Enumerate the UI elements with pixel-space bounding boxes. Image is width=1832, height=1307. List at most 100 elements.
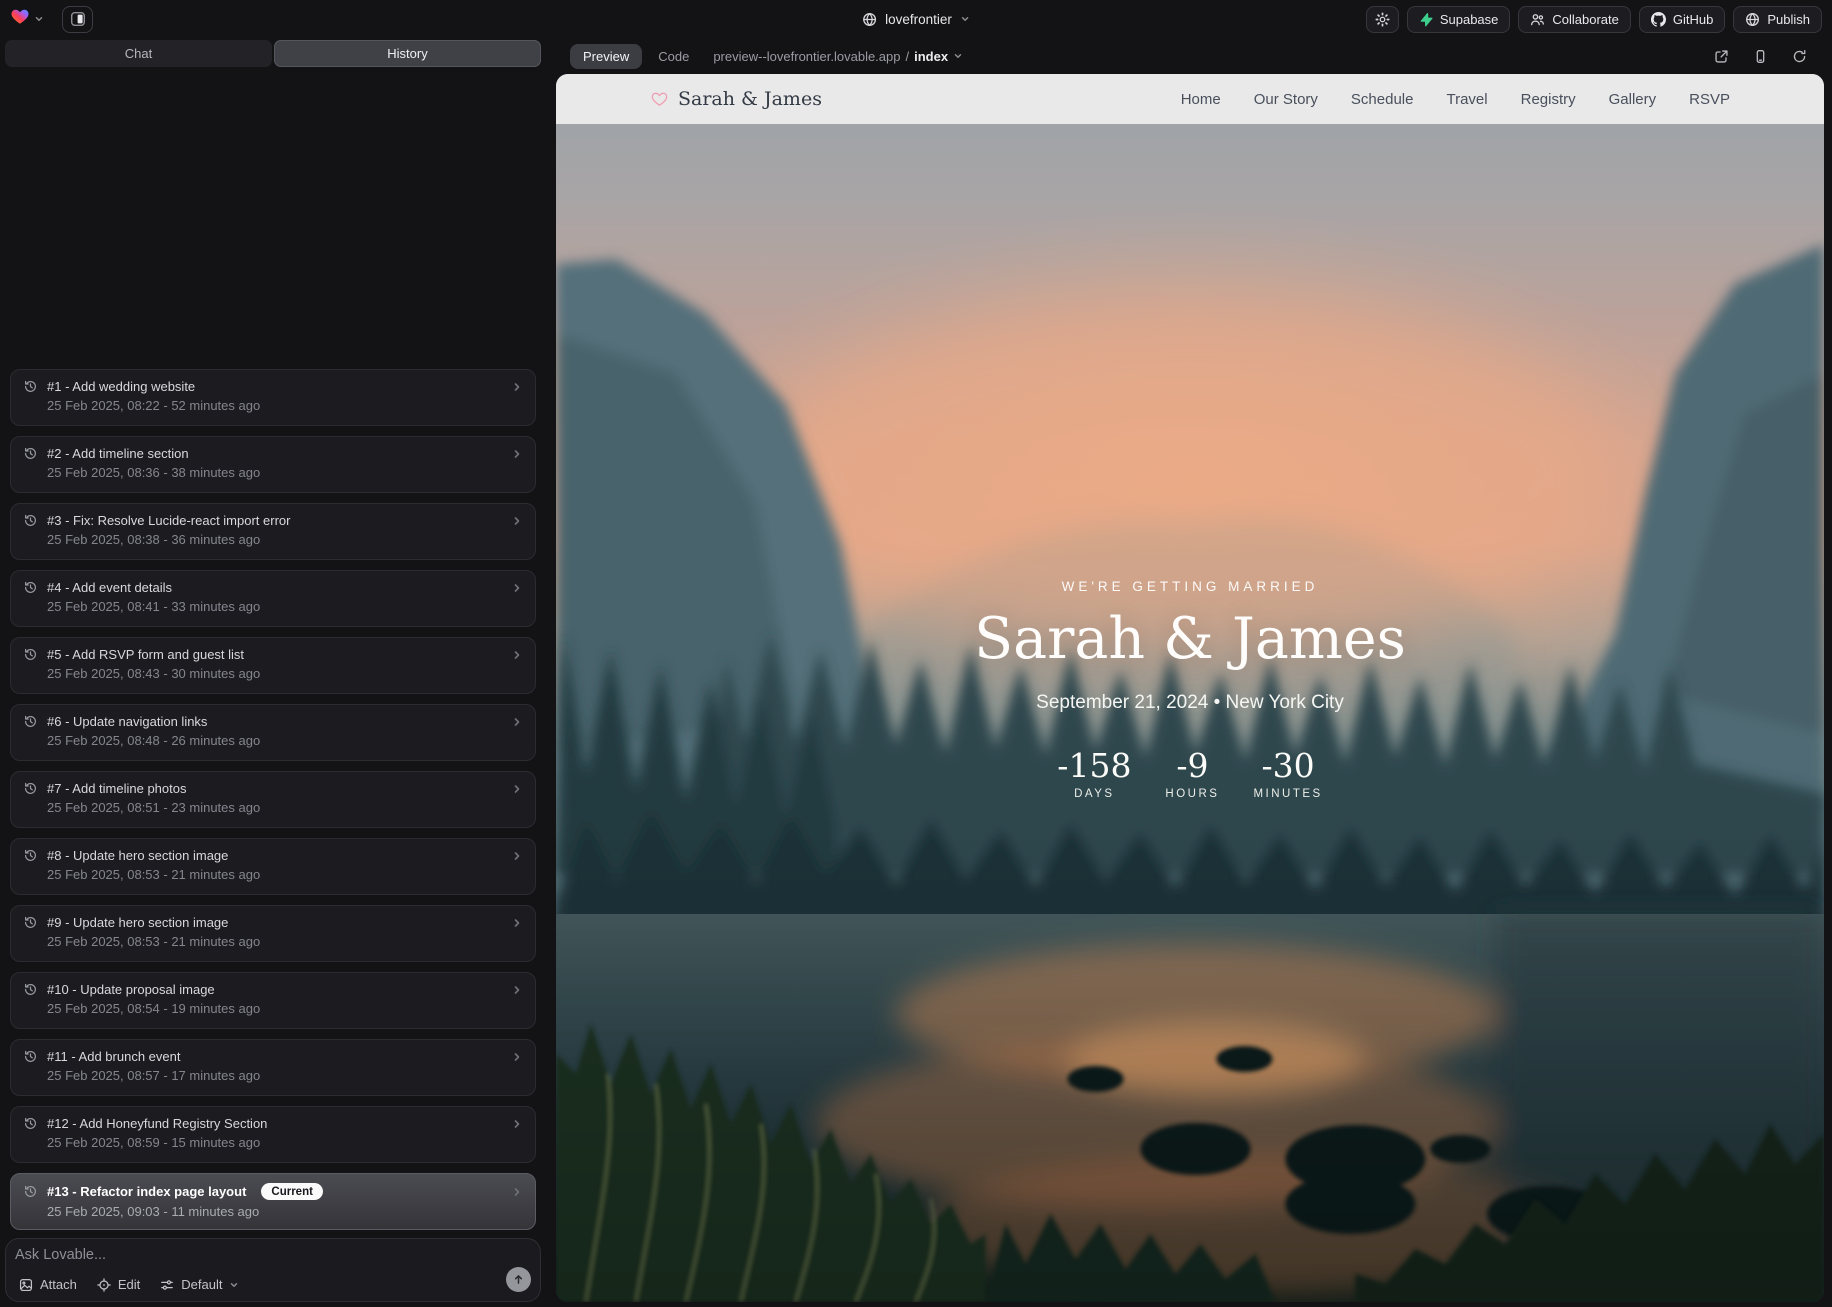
history-item-8[interactable]: #8 - Update hero section image 25 Feb 20… xyxy=(10,838,536,895)
countdown-label: DAYS xyxy=(1057,788,1131,800)
history-item-13-current[interactable]: #13 - Refactor index page layoutCurrent … xyxy=(10,1173,536,1230)
url-page: index xyxy=(914,49,948,64)
site-brand[interactable]: Sarah & James xyxy=(650,88,822,110)
history-item-7[interactable]: #7 - Add timeline photos 25 Feb 2025, 08… xyxy=(10,771,536,828)
chevron-right-icon xyxy=(511,381,523,393)
mode-select[interactable]: Default xyxy=(160,1277,239,1292)
chevron-right-icon xyxy=(511,716,523,728)
preview-url-selector[interactable]: preview--lovefrontier.lovable.app / inde… xyxy=(713,49,963,64)
countdown-hours: -9 HOURS xyxy=(1159,746,1225,800)
history-meta: 25 Feb 2025, 08:53 - 21 minutes ago xyxy=(47,934,523,949)
history-item-5[interactable]: #5 - Add RSVP form and guest list 25 Feb… xyxy=(10,637,536,694)
panel-icon xyxy=(70,11,86,27)
tab-chat[interactable]: Chat xyxy=(5,40,272,67)
tab-preview[interactable]: Preview xyxy=(570,44,642,69)
open-in-new-tab-button[interactable] xyxy=(1708,43,1734,69)
settings-button[interactable] xyxy=(1366,6,1399,33)
edit-label: Edit xyxy=(118,1277,140,1292)
history-title: #2 - Add timeline section xyxy=(47,446,189,461)
toggle-sidebar-button[interactable] xyxy=(62,6,93,33)
history-title: #1 - Add wedding website xyxy=(47,379,195,394)
nav-schedule[interactable]: Schedule xyxy=(1351,91,1414,108)
history-title: #11 - Add brunch event xyxy=(47,1049,180,1064)
history-item-4[interactable]: #4 - Add event details 25 Feb 2025, 08:4… xyxy=(10,570,536,627)
nav-gallery[interactable]: Gallery xyxy=(1609,91,1657,108)
external-link-icon xyxy=(1714,49,1729,64)
site-header: Sarah & James Home Our Story Schedule Tr… xyxy=(556,74,1824,124)
chevron-right-icon xyxy=(511,984,523,996)
history-title: #3 - Fix: Resolve Lucide-react import er… xyxy=(47,513,290,528)
history-item-6[interactable]: #6 - Update navigation links 25 Feb 2025… xyxy=(10,704,536,761)
github-button[interactable]: GitHub xyxy=(1639,6,1725,33)
nav-registry[interactable]: Registry xyxy=(1521,91,1576,108)
history-title: #9 - Update hero section image xyxy=(47,915,228,930)
history-title: #6 - Update navigation links xyxy=(47,714,207,729)
app-window: lovefrontier xyxy=(0,0,1832,1307)
history-item-1[interactable]: #1 - Add wedding website 25 Feb 2025, 08… xyxy=(10,369,536,426)
history-item-9[interactable]: #9 - Update hero section image 25 Feb 20… xyxy=(10,905,536,962)
chevron-right-icon xyxy=(511,850,523,862)
nav-home[interactable]: Home xyxy=(1181,91,1221,108)
history-meta: 25 Feb 2025, 08:57 - 17 minutes ago xyxy=(47,1068,523,1083)
countdown-value: -30 xyxy=(1253,746,1322,785)
history-title: #10 - Update proposal image xyxy=(47,982,215,997)
history-item-12[interactable]: #12 - Add Honeyfund Registry Section 25 … xyxy=(10,1106,536,1163)
history-list: #1 - Add wedding website 25 Feb 2025, 08… xyxy=(0,369,546,1230)
nav-rsvp[interactable]: RSVP xyxy=(1689,91,1730,108)
chevron-right-icon xyxy=(511,582,523,594)
supabase-icon xyxy=(1419,12,1433,27)
prompt-input[interactable] xyxy=(15,1247,496,1263)
chevron-right-icon xyxy=(511,783,523,795)
arrow-up-icon xyxy=(512,1273,525,1286)
globe-icon xyxy=(1745,12,1760,27)
brand-name: Sarah & James xyxy=(678,88,822,110)
supabase-button[interactable]: Supabase xyxy=(1407,6,1511,33)
history-title: #13 - Refactor index page layout xyxy=(47,1184,246,1199)
history-item-10[interactable]: #10 - Update proposal image 25 Feb 2025,… xyxy=(10,972,536,1029)
chevron-right-icon xyxy=(511,515,523,527)
nav-our-story[interactable]: Our Story xyxy=(1254,91,1318,108)
users-icon xyxy=(1530,12,1545,27)
hero-title: Sarah & James xyxy=(556,606,1824,672)
project-name: lovefrontier xyxy=(885,12,952,27)
countdown-minutes: -30 MINUTES xyxy=(1253,746,1322,800)
history-item-3[interactable]: #3 - Fix: Resolve Lucide-react import er… xyxy=(10,503,536,560)
history-title: #7 - Add timeline photos xyxy=(47,781,186,796)
lovable-logo-menu[interactable] xyxy=(10,7,44,31)
chevron-right-icon xyxy=(511,1186,523,1198)
chevron-down-icon xyxy=(953,51,963,61)
tab-history[interactable]: History xyxy=(274,40,541,67)
globe-icon xyxy=(862,12,877,27)
left-panel: Chat History #1 - Add wedding website 25… xyxy=(0,38,546,1307)
send-button[interactable] xyxy=(506,1267,531,1292)
nav-travel[interactable]: Travel xyxy=(1446,91,1487,108)
target-icon xyxy=(97,1278,111,1292)
history-title: #4 - Add event details xyxy=(47,580,172,595)
collaborate-button[interactable]: Collaborate xyxy=(1518,6,1631,33)
tab-code[interactable]: Code xyxy=(658,49,689,64)
publish-button[interactable]: Publish xyxy=(1733,6,1822,33)
top-bar: lovefrontier xyxy=(0,0,1832,38)
chat-composer: Attach Edit Default xyxy=(5,1238,541,1302)
countdown: -158 DAYS -9 HOURS -30 MINUTES xyxy=(556,746,1824,800)
edit-button[interactable]: Edit xyxy=(97,1277,140,1292)
publish-label: Publish xyxy=(1767,12,1810,27)
gear-icon xyxy=(1375,12,1390,27)
hero-section: WE'RE GETTING MARRIED Sarah & James Sept… xyxy=(556,579,1824,800)
chevron-down-icon xyxy=(229,1280,239,1290)
project-switcher[interactable]: lovefrontier xyxy=(862,0,970,38)
panel-tabs: Chat History xyxy=(0,38,546,69)
history-meta: 25 Feb 2025, 08:36 - 38 minutes ago xyxy=(47,465,523,480)
chevron-right-icon xyxy=(511,649,523,661)
countdown-label: MINUTES xyxy=(1253,788,1322,800)
history-item-11[interactable]: #11 - Add brunch event 25 Feb 2025, 08:5… xyxy=(10,1039,536,1096)
history-item-2[interactable]: #2 - Add timeline section 25 Feb 2025, 0… xyxy=(10,436,536,493)
history-meta: 25 Feb 2025, 08:38 - 36 minutes ago xyxy=(47,532,523,547)
history-title: #5 - Add RSVP form and guest list xyxy=(47,647,244,662)
history-meta: 25 Feb 2025, 08:59 - 15 minutes ago xyxy=(47,1135,523,1150)
refresh-button[interactable] xyxy=(1786,43,1812,69)
hero-eyebrow: WE'RE GETTING MARRIED xyxy=(556,579,1824,594)
countdown-days: -158 DAYS xyxy=(1057,746,1131,800)
attach-button[interactable]: Attach xyxy=(19,1277,77,1292)
mobile-preview-button[interactable] xyxy=(1747,43,1773,69)
